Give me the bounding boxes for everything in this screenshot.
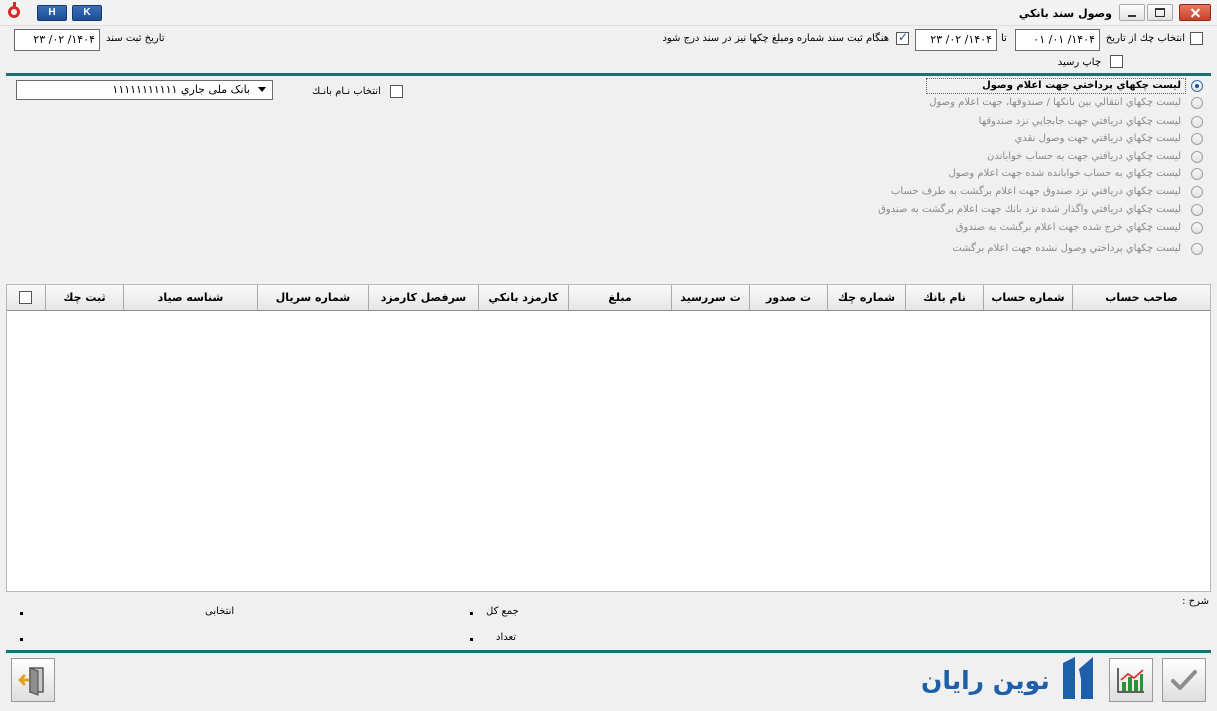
- select-check-from-date-label: انتخاب چك از تاريخ: [1105, 33, 1185, 44]
- radio-option-1[interactable]: [1191, 97, 1203, 109]
- include-numbers-label: هنگام ثبت سند شماره ومبلغ چكها نيز در سن…: [662, 33, 889, 44]
- select-all-header[interactable]: [7, 285, 46, 311]
- window-title: وصول سند بانكي: [1018, 7, 1112, 20]
- selected-label: انتخابی: [205, 606, 235, 617]
- close-button[interactable]: [1179, 4, 1211, 21]
- column-header[interactable]: ثبت چك: [46, 285, 124, 311]
- minimize-button[interactable]: [1119, 4, 1145, 21]
- description-label: شرح :: [1182, 596, 1209, 607]
- radio-option-6[interactable]: [1191, 186, 1203, 198]
- radio-label-6[interactable]: ليست چكهاي دريافتي نزد صندوق جهت اعلام ب…: [891, 186, 1181, 197]
- radio-label-1[interactable]: ليست چکهاي انتقالي بين بانكها / صندوقها،…: [929, 97, 1181, 108]
- exit-door-icon: [18, 667, 44, 696]
- radio-option-2[interactable]: [1191, 116, 1203, 128]
- radio-label-4[interactable]: ليست چكهاي دريافتي جهت به حساب خواباندن: [987, 151, 1181, 162]
- column-header[interactable]: شماره چك: [828, 285, 906, 311]
- radio-label-2[interactable]: ليست چكهاي دريافتي جهت جابجايي نزد صندوق…: [979, 116, 1181, 127]
- column-header[interactable]: صاحب حساب: [1073, 285, 1210, 311]
- radio-label-3[interactable]: ليست چكهاي دريافتي جهت وصول نقدي: [1015, 133, 1181, 144]
- radio-option-3[interactable]: [1191, 133, 1203, 145]
- to-label: تا: [1001, 33, 1007, 44]
- select-bank-label: انتخاب نـام بانـك: [312, 86, 381, 97]
- radio-label-9[interactable]: ليست چكهاي پرداختي وصول نشده جهت اعلام ب…: [952, 243, 1181, 254]
- count-label: تعداد: [496, 632, 517, 643]
- count-selected-value: [20, 638, 23, 641]
- radio-option-0[interactable]: [1191, 80, 1203, 92]
- lang-button-h[interactable]: H: [37, 5, 67, 21]
- radio-option-7[interactable]: [1191, 204, 1203, 216]
- radio-option-8[interactable]: [1191, 222, 1203, 234]
- from-date-input[interactable]: ۱۴۰۴/ ۰۱/ ۰۱: [1015, 29, 1100, 51]
- radio-option-5[interactable]: [1191, 168, 1203, 180]
- column-header[interactable]: شماره سريال: [258, 285, 369, 311]
- report-button[interactable]: [1109, 658, 1153, 702]
- top-divider: [6, 73, 1211, 76]
- chart-icon: [1117, 668, 1144, 693]
- confirm-button[interactable]: [1162, 658, 1206, 702]
- total-label: جمع کل: [486, 606, 519, 617]
- column-header[interactable]: سرفصل كارمزد: [369, 285, 479, 311]
- include-numbers-checkbox[interactable]: [896, 30, 909, 45]
- select-all-checkbox[interactable]: [19, 291, 32, 304]
- bottom-divider: [6, 650, 1211, 653]
- check-icon: [1171, 670, 1197, 690]
- column-header[interactable]: شناسه صياد: [124, 285, 258, 311]
- selected-value: [20, 612, 23, 615]
- radio-label-0[interactable]: ليست چكهاي پرداختي جهت اعلام وصول: [982, 80, 1181, 91]
- radio-label-8[interactable]: ليست چكهاي خرج شده جهت اعلام برگشت به صن…: [956, 222, 1181, 233]
- radio-label-7[interactable]: ليست چكهاي دريافتي واگذار شده نزد بانك ج…: [878, 204, 1181, 215]
- app-logo-icon: [8, 2, 20, 18]
- column-header[interactable]: نام بانك: [906, 285, 984, 311]
- register-date-input[interactable]: ۱۴۰۴/ ۰۲/ ۲۳: [14, 29, 100, 51]
- chevron-down-icon[interactable]: [258, 87, 266, 92]
- brand-logo-icon: [1059, 655, 1101, 701]
- total-value: [470, 612, 473, 615]
- radio-option-4[interactable]: [1191, 151, 1203, 163]
- bank-select[interactable]: بانک ملی جاري ۱۱۱۱۱۱۱۱۱۱۱: [16, 80, 273, 100]
- column-header[interactable]: ت سررسيد: [672, 285, 750, 311]
- column-header[interactable]: شماره حساب: [984, 285, 1073, 311]
- checks-table[interactable]: ثبت چك شناسه صياد شماره سريال سرفصل كارم…: [6, 284, 1211, 592]
- radio-option-9[interactable]: [1191, 243, 1203, 255]
- lang-button-k[interactable]: K: [72, 5, 102, 21]
- column-header[interactable]: مبلغ: [569, 285, 672, 311]
- column-header[interactable]: ت صدور: [750, 285, 828, 311]
- brand-name: نوين رايان: [921, 666, 1050, 695]
- to-date-input[interactable]: ۱۴۰۴/ ۰۲/ ۲۳: [915, 29, 997, 51]
- column-header[interactable]: كارمزد بانكي: [479, 285, 569, 311]
- title-bar: H K وصول سند بانكي: [0, 0, 1217, 26]
- print-receipt-label: چاپ رسيد: [1057, 57, 1101, 68]
- register-date-label: تاريخ ثبت سند: [106, 33, 165, 44]
- radio-label-5[interactable]: ليست چكهاي به حساب خوابانده شده جهت اعلا…: [949, 168, 1182, 179]
- select-bank-checkbox[interactable]: [390, 85, 403, 98]
- count-value: [470, 638, 473, 641]
- maximize-button[interactable]: [1147, 4, 1173, 21]
- print-receipt-checkbox[interactable]: [1110, 55, 1123, 68]
- exit-button[interactable]: [11, 658, 55, 702]
- select-check-from-date-checkbox[interactable]: [1190, 32, 1203, 45]
